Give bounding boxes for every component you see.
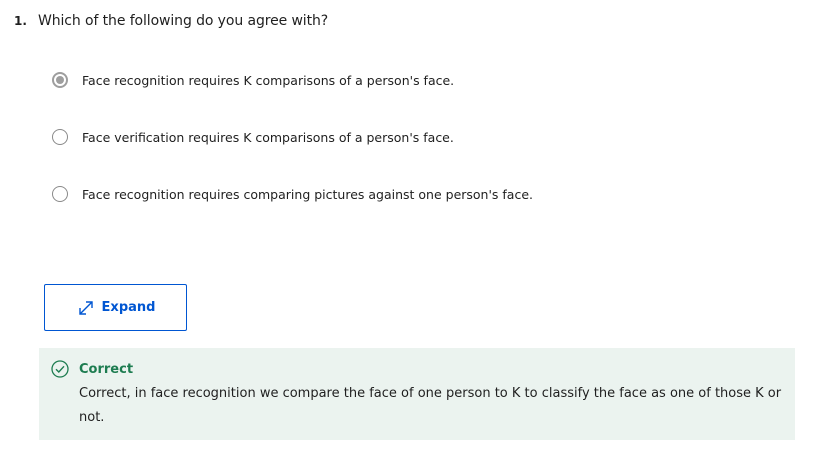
option-label: Face recognition requires comparing pict… [82, 186, 534, 202]
option-2[interactable]: Face verification requires K comparisons… [52, 126, 454, 148]
option-3[interactable]: Face recognition requires comparing pict… [52, 183, 533, 205]
check-circle-icon [51, 360, 69, 378]
question-number: 1. [14, 14, 27, 28]
question-text: Which of the following do you agree with… [38, 13, 329, 29]
feedback-panel: Correct Correct, in face recognition we … [39, 348, 795, 440]
option-1[interactable]: Face recognition requires K comparisons … [52, 69, 454, 91]
expand-button-label: Expand [101, 300, 156, 315]
expand-arrows-icon [78, 300, 93, 315]
option-label: Face verification requires K comparisons… [82, 129, 454, 145]
feedback-text: Correct, in face recognition we compare … [79, 386, 782, 425]
feedback-status: Correct [79, 362, 134, 377]
option-label: Face recognition requires K comparisons … [82, 72, 455, 88]
quiz-question-page: 1. Which of the following do you agree w… [0, 0, 817, 471]
radio-button[interactable] [52, 129, 68, 145]
radio-button-selected[interactable] [52, 72, 68, 88]
radio-button[interactable] [52, 186, 68, 202]
expand-button[interactable]: Expand [44, 284, 187, 331]
